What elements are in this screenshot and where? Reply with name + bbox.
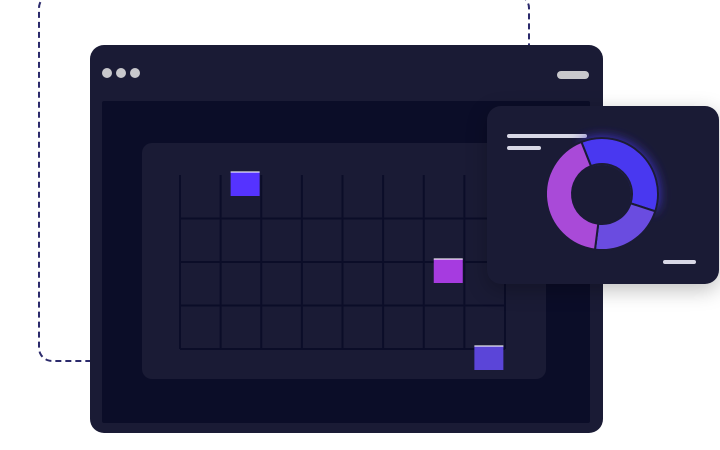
pill-icon[interactable] (557, 71, 589, 79)
window-dot (130, 68, 140, 78)
calendar-event-handle (474, 345, 504, 347)
window-dot (116, 68, 126, 78)
stats-card (487, 106, 719, 284)
three-dots-icon[interactable] (102, 68, 140, 78)
donut-chart (545, 137, 659, 251)
illustration-stage (0, 0, 720, 450)
card-footer-placeholder (663, 260, 696, 264)
calendar-grid (179, 171, 506, 370)
donut-hole (573, 165, 631, 223)
calendar-panel (142, 143, 546, 379)
calendar-event[interactable] (433, 259, 463, 283)
window-dot (102, 68, 112, 78)
calendar-event-handle (433, 258, 463, 260)
calendar-event-handle (230, 171, 260, 173)
calendar-event[interactable] (230, 172, 260, 196)
calendar-event[interactable] (474, 346, 504, 370)
